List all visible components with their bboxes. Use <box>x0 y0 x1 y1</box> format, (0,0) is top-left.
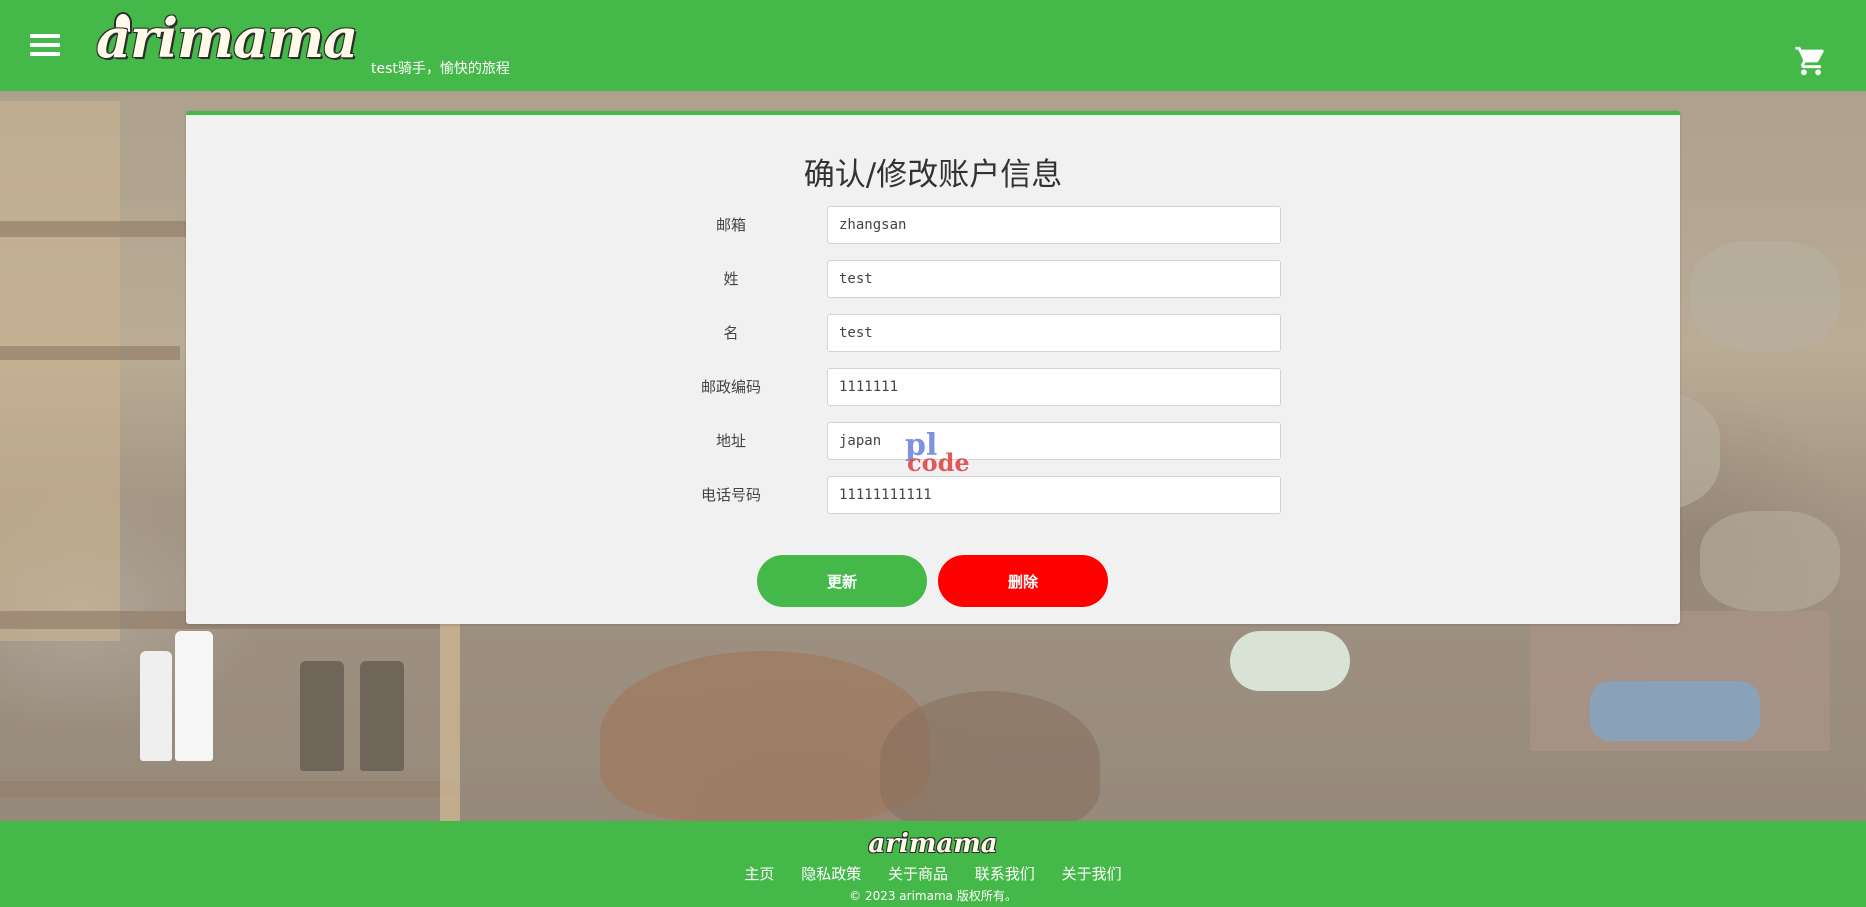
footer-logo[interactable]: arimama <box>0 829 1866 859</box>
phone-field[interactable] <box>827 476 1281 514</box>
footer-links: 主页 隐私政策 关于商品 联系我们 关于我们 <box>0 863 1866 884</box>
last-name-field[interactable] <box>827 260 1281 298</box>
footer-link-about-us[interactable]: 关于我们 <box>1062 865 1122 883</box>
page-title: 确认/修改账户信息 <box>803 157 1063 193</box>
first-name-label: 名 <box>723 324 739 342</box>
email-field[interactable] <box>827 206 1281 244</box>
footer-link-contact[interactable]: 联系我们 <box>975 865 1035 883</box>
shopping-cart-icon[interactable] <box>1794 44 1828 78</box>
site-tagline: test骑手，愉快的旅程 <box>371 61 510 77</box>
email-label: 邮箱 <box>715 216 746 234</box>
site-logo[interactable]: arimama <box>96 6 358 70</box>
postal-code-label: 邮政编码 <box>700 378 761 396</box>
delete-button[interactable]: 删除 <box>938 555 1108 607</box>
account-form-card: 确认/修改账户信息 邮箱 姓 名 邮政编码 地址 电话号码 更新 删除 <box>186 111 1680 624</box>
top-navbar: arimama test骑手，愉快的旅程 <box>0 0 1866 91</box>
form-row-phone: 电话号码 <box>186 476 1680 514</box>
address-field[interactable] <box>827 422 1281 460</box>
footer-link-privacy[interactable]: 隐私政策 <box>801 865 861 883</box>
copyright-text: © 2023 arimama 版权所有。 <box>849 889 1017 903</box>
form-row-last-name: 姓 <box>186 260 1680 298</box>
first-name-field[interactable] <box>827 314 1281 352</box>
form-row-first-name: 名 <box>186 314 1680 352</box>
last-name-label: 姓 <box>723 270 739 288</box>
footer-link-about-products[interactable]: 关于商品 <box>888 865 948 883</box>
hamburger-menu-icon[interactable] <box>30 34 60 56</box>
address-label: 地址 <box>715 432 746 450</box>
form-row-postal-code: 邮政编码 <box>186 368 1680 406</box>
form-row-address: 地址 <box>186 422 1680 460</box>
update-button[interactable]: 更新 <box>757 555 927 607</box>
postal-code-field[interactable] <box>827 368 1281 406</box>
footer: arimama 主页 隐私政策 关于商品 联系我们 关于我们 © 2023 ar… <box>0 821 1866 907</box>
phone-label: 电话号码 <box>700 486 761 504</box>
form-row-email: 邮箱 <box>186 206 1680 244</box>
footer-link-home[interactable]: 主页 <box>744 865 774 883</box>
